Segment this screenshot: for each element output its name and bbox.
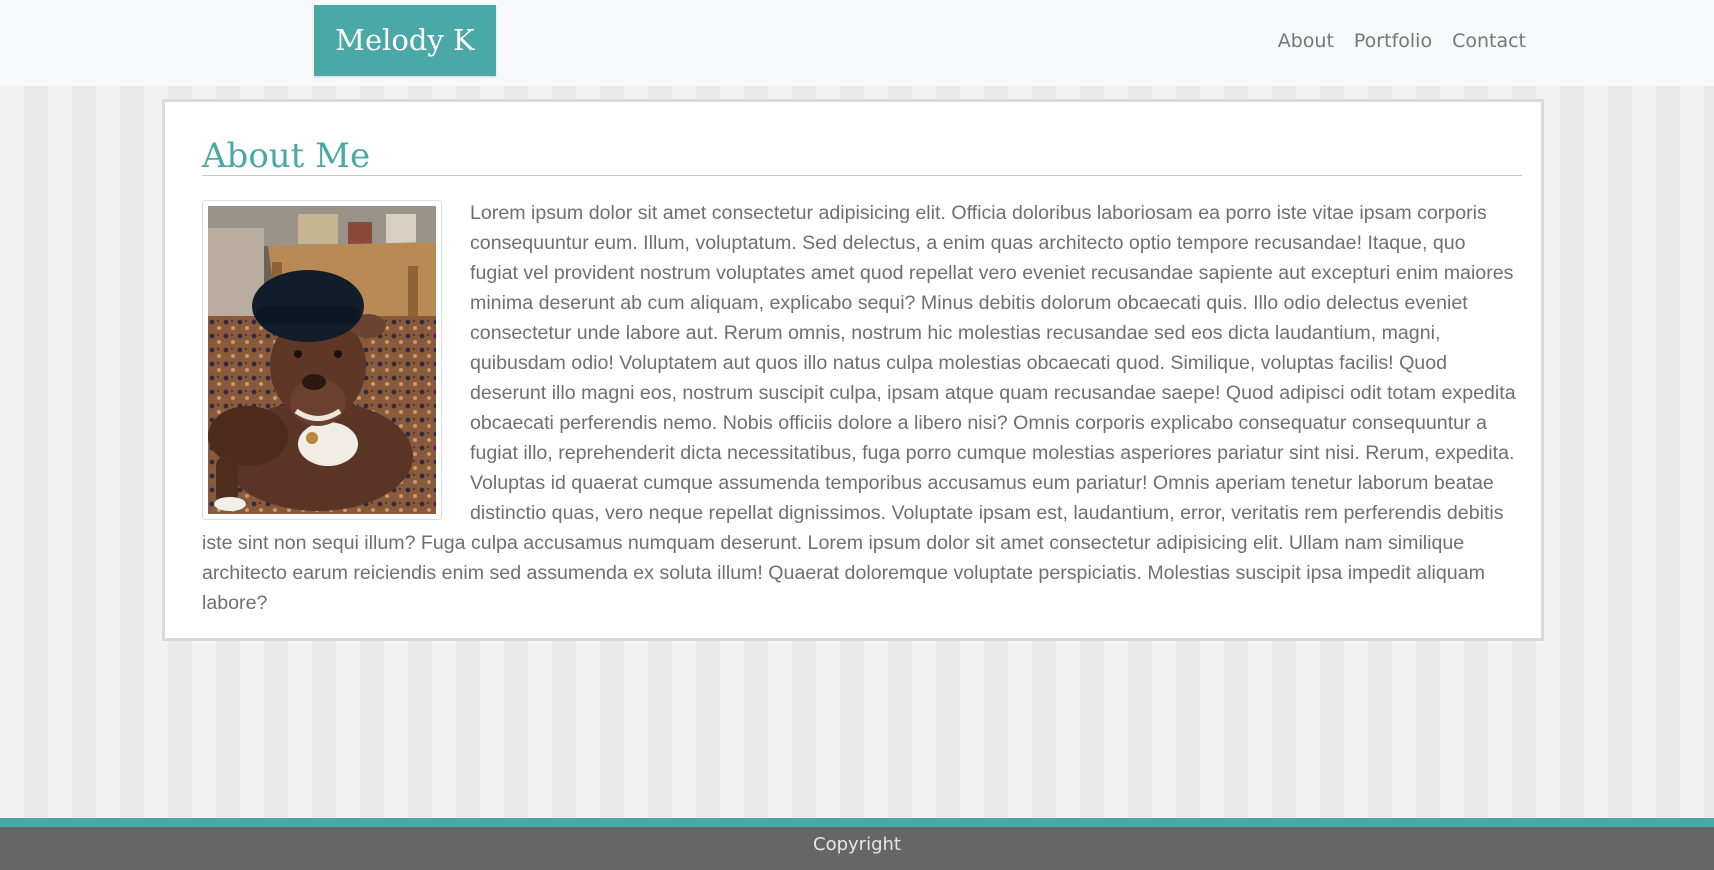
brand-logo[interactable]: Melody K: [314, 5, 496, 76]
copyright-text: Copyright: [813, 834, 901, 855]
footer: Copyright: [0, 827, 1714, 870]
nav-link-about[interactable]: About: [1278, 28, 1334, 54]
nav-link-contact[interactable]: Contact: [1452, 28, 1526, 54]
dog-photo-icon: [208, 206, 436, 514]
about-card: About Me Lorem ipsum dolor sit amet cons…: [162, 99, 1544, 641]
nav-link-portfolio[interactable]: Portfolio: [1354, 28, 1432, 54]
about-content: Lorem ipsum dolor sit amet consectetur a…: [202, 198, 1517, 618]
footer-accent-bar: [0, 818, 1714, 827]
page-title: About Me: [202, 136, 371, 176]
profile-photo: [202, 200, 442, 520]
main-nav: About Portfolio Contact: [1278, 28, 1526, 54]
title-divider: [202, 175, 1522, 176]
navbar: Melody K About Portfolio Contact: [0, 0, 1714, 86]
